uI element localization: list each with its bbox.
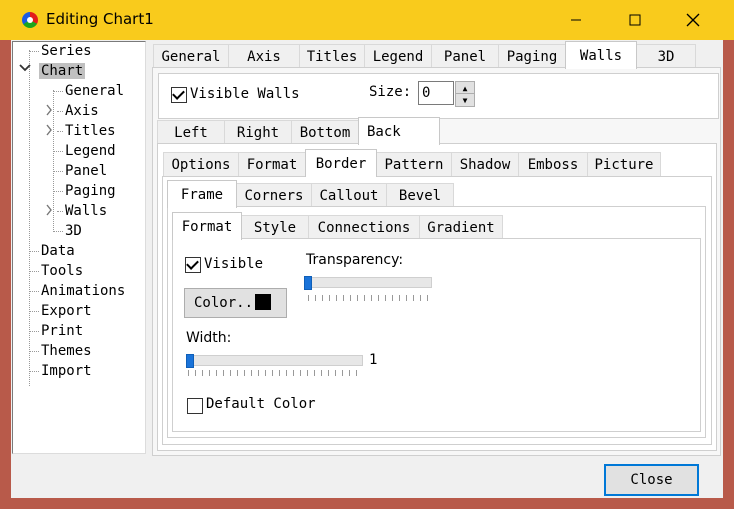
tree-item-animations[interactable]: Animations [41,282,125,300]
tab-connections[interactable]: Connections [308,215,420,240]
width-ticks [188,370,360,376]
tab-picture[interactable]: Picture [587,152,661,177]
width-slider-thumb[interactable] [186,354,194,368]
tab-bevel[interactable]: Bevel [386,183,454,208]
tree-item-chart[interactable]: Chart [39,62,86,80]
tab-border[interactable]: Border [305,149,377,177]
tab-emboss[interactable]: Emboss [518,152,588,177]
default-color-label: Default Color [206,396,316,412]
tab-panel[interactable]: Panel [431,44,499,69]
tab-bottom[interactable]: Bottom [291,120,359,145]
tab-corners[interactable]: Corners [236,183,312,208]
tree-item-export[interactable]: Export [41,302,92,320]
window-border-bottom [0,498,734,509]
window-border-left [0,40,11,509]
visible-walls-checkbox[interactable] [171,87,187,103]
maximize-icon[interactable] [621,8,649,32]
tab-axis[interactable]: Axis [228,44,300,69]
transparency-label: Transparency: [306,252,404,268]
size-label: Size: [369,84,412,100]
app-icon [22,12,38,28]
tree-item-data[interactable]: Data [41,242,75,260]
tree-item-import[interactable]: Import [41,362,92,380]
tree-item-themes[interactable]: Themes [41,342,92,360]
tab-legend[interactable]: Legend [364,44,432,69]
tab-frame-style[interactable]: Style [241,215,309,240]
chevron-down-icon[interactable] [19,62,31,76]
chevron-right-icon[interactable] [45,124,53,139]
frame-visible-checkbox[interactable] [185,257,201,273]
tree-item-titles[interactable]: Titles [65,122,116,140]
tree-item-panel[interactable]: Panel [65,162,107,180]
transparency-ticks [308,295,430,301]
transparency-slider-thumb[interactable] [304,276,312,290]
tab-frame[interactable]: Frame [167,180,237,208]
tab-shadow[interactable]: Shadow [451,152,519,177]
tree-item-general[interactable]: General [65,82,124,100]
color-swatch [255,294,271,310]
color-button-label: Color.. [194,295,254,311]
transparency-slider[interactable] [306,277,432,288]
tab-left[interactable]: Left [157,120,225,145]
width-slider[interactable] [186,355,363,366]
tab-general[interactable]: General [153,44,229,69]
tab-back[interactable]: Back [358,117,440,145]
tab-titles[interactable]: Titles [299,44,365,69]
close-button[interactable]: Close [604,464,699,496]
chevron-right-icon[interactable] [45,204,53,219]
tab-gradient[interactable]: Gradient [419,215,503,240]
size-input[interactable]: 0 [418,81,454,105]
size-down-button[interactable]: ▼ [455,93,475,107]
tab-options[interactable]: Options [163,152,239,177]
tree-item-walls[interactable]: Walls [65,202,107,220]
chevron-right-icon[interactable] [45,104,53,119]
width-value: 1 [369,352,378,368]
tree-item-print[interactable]: Print [41,322,83,340]
tree-item-tools[interactable]: Tools [41,262,83,280]
window-border-right [723,40,734,509]
frame-visible-label: Visible [204,256,264,272]
tab-paging[interactable]: Paging [498,44,566,69]
default-color-checkbox[interactable] [187,398,203,414]
tree-item-series[interactable]: Series [41,42,92,60]
tab-callout[interactable]: Callout [311,183,387,208]
visible-walls-label: Visible Walls [190,86,300,102]
window-title: Editing Chart1 [46,10,154,28]
navigation-tree[interactable]: Series Chart General Axis Titles Legend … [12,41,146,454]
color-button[interactable]: Color.. [184,288,287,318]
close-icon[interactable] [679,8,707,32]
tab-3d[interactable]: 3D [636,44,696,69]
tab-frame-format[interactable]: Format [172,212,242,240]
tab-pattern[interactable]: Pattern [376,152,452,177]
tree-item-3d[interactable]: 3D [65,222,82,240]
tab-walls[interactable]: Walls [565,41,637,69]
tab-format[interactable]: Format [238,152,306,177]
tree-item-paging[interactable]: Paging [65,182,116,200]
minimize-icon[interactable] [562,8,590,32]
width-label: Width: [186,330,232,346]
tree-item-legend[interactable]: Legend [65,142,116,160]
tree-item-axis[interactable]: Axis [65,102,99,120]
tab-right[interactable]: Right [224,120,292,145]
